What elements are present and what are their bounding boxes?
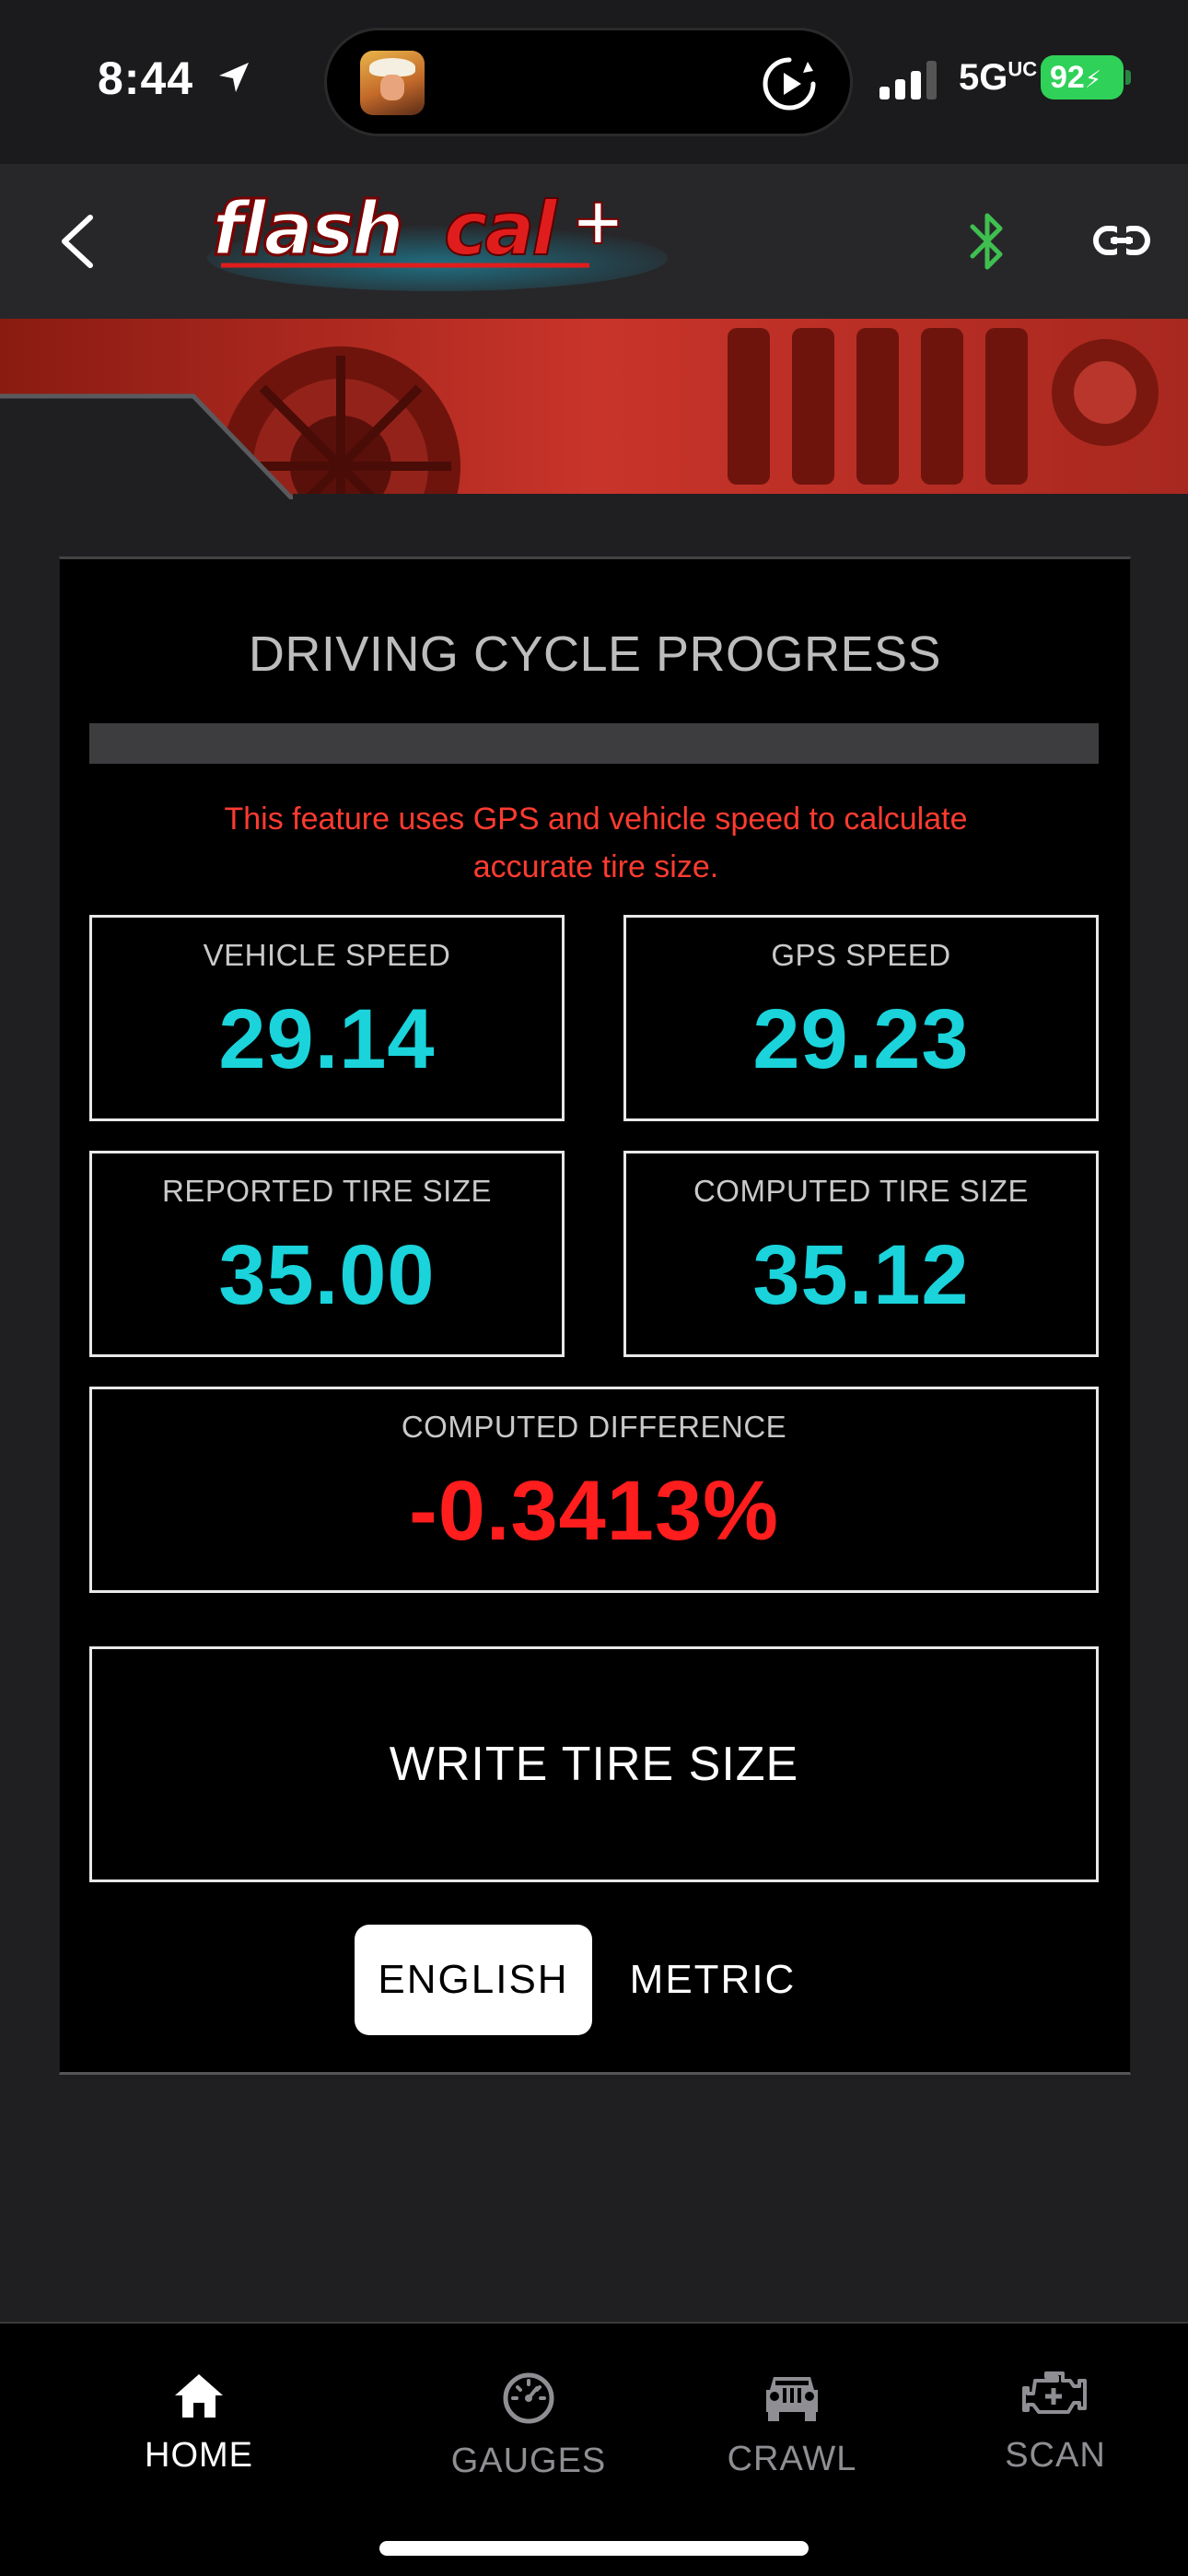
jeep-icon — [766, 2377, 818, 2421]
network-type: 5GUC — [959, 57, 1038, 98]
computed-tire-size-label: COMPUTED TIRE SIZE — [693, 1174, 1030, 1208]
svg-text:flash: flash — [212, 186, 402, 272]
engine-icon — [1022, 2371, 1087, 2414]
svg-text:+: + — [571, 184, 625, 259]
bluetooth-icon[interactable] — [963, 208, 1011, 275]
tab-home[interactable]: HOME — [107, 2351, 291, 2499]
tab-crawl[interactable]: CRAWL — [700, 2351, 884, 2499]
flashcal-logo: flash cal + — [207, 184, 668, 291]
computed-tire-size-box: COMPUTED TIRE SIZE 35.12 — [623, 1151, 1099, 1357]
feature-notice: This feature uses GPS and vehicle speed … — [224, 802, 968, 884]
vehicle-speed-box: VEHICLE SPEED 29.14 — [89, 915, 565, 1121]
reported-tire-size-label: REPORTED TIRE SIZE — [161, 1174, 492, 1208]
dynamic-island[interactable] — [324, 28, 853, 136]
bottom-tab-bar: HOME GAUGES CRAWL SCAN — [0, 2322, 1188, 2576]
now-playing-artwork — [360, 51, 425, 115]
tab-crawl-label: CRAWL — [727, 2440, 857, 2478]
computed-tire-size-value: 35.12 — [752, 1228, 970, 1322]
computed-difference-label: COMPUTED DIFFERENCE — [401, 1410, 787, 1444]
home-icon — [175, 2374, 223, 2418]
tab-gauges[interactable]: GAUGES — [437, 2351, 621, 2499]
tab-home-label: HOME — [145, 2436, 253, 2475]
tab-scan[interactable]: SCAN — [963, 2351, 1147, 2499]
progress-bar — [89, 723, 1099, 764]
battery-indicator: 92⚡ — [1041, 55, 1131, 100]
tab-gauges-label: GAUGES — [450, 2441, 607, 2480]
computed-difference-value: -0.3413% — [409, 1464, 779, 1558]
status-time: 8:44 — [98, 53, 194, 104]
write-tire-size-button[interactable]: WRITE TIRE SIZE — [89, 1646, 1099, 1882]
play-icon[interactable] — [760, 54, 819, 113]
svg-text:cal: cal — [444, 186, 558, 272]
card-title: DRIVING CYCLE PROGRESS — [248, 626, 942, 682]
cellular-signal-icon — [879, 61, 942, 100]
status-bar: 8:44 5GUC 92⚡ — [0, 0, 1188, 164]
gps-speed-value: 29.23 — [752, 992, 970, 1086]
reported-tire-size-value: 35.00 — [218, 1228, 436, 1322]
driving-cycle-card: DRIVING CYCLE PROGRESS This feature uses… — [59, 556, 1131, 2075]
reported-tire-size-box: REPORTED TIRE SIZE 35.00 — [89, 1151, 565, 1357]
computed-difference-box: COMPUTED DIFFERENCE -0.3413% — [89, 1387, 1099, 1593]
vehicle-speed-value: 29.14 — [218, 992, 436, 1086]
app-screen: 8:44 5GUC 92⚡ flash cal + DRIVING CYCLE … — [0, 0, 1188, 2576]
unit-english-option[interactable]: ENGLISH — [355, 1925, 592, 2035]
gps-speed-box: GPS SPEED 29.23 — [623, 915, 1099, 1121]
back-chevron-icon[interactable] — [55, 212, 99, 271]
home-indicator[interactable] — [379, 2541, 809, 2556]
unit-metric-option[interactable]: METRIC — [592, 1925, 833, 2035]
gps-speed-label: GPS SPEED — [771, 938, 951, 972]
link-icon[interactable] — [1092, 217, 1151, 263]
vehicle-speed-label: VEHICLE SPEED — [203, 938, 451, 972]
location-arrow-icon — [219, 63, 249, 92]
unit-toggle: ENGLISH METRIC — [355, 1925, 833, 2035]
gauge-icon — [503, 2372, 554, 2424]
tab-scan-label: SCAN — [1005, 2436, 1106, 2475]
vehicle-banner-image — [0, 319, 1188, 499]
